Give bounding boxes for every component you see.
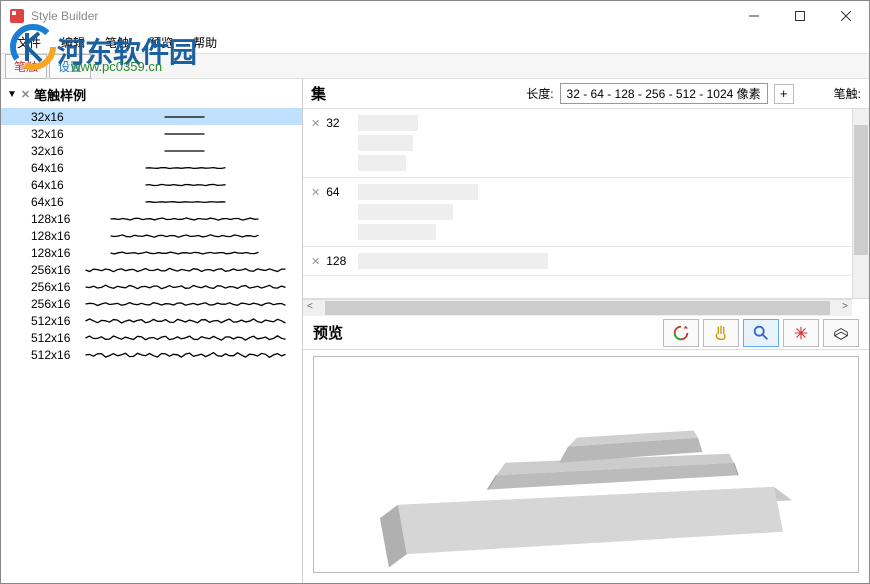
remove-group-icon[interactable]: ✕ [311, 186, 320, 199]
stroke-label: 256x16 [31, 297, 75, 311]
stroke-preview [75, 177, 296, 193]
stroke-label: 64x16 [31, 161, 75, 175]
stroke-label: 256x16 [31, 263, 75, 277]
stroke-slot[interactable] [358, 135, 413, 151]
collection-group[interactable]: ✕ 64 [303, 178, 852, 247]
preview-canvas[interactable] [313, 356, 859, 573]
length-value[interactable]: 32 - 64 - 128 - 256 - 512 - 1024 像素 [560, 83, 768, 104]
tab-stroke[interactable]: 笔触 [5, 54, 47, 79]
brush-label: 笔触: [834, 85, 861, 102]
preview-bar: 预览 [303, 316, 869, 350]
collection-group[interactable]: ✕ 32 [303, 109, 852, 178]
stroke-preview [75, 228, 296, 244]
stroke-label: 512x16 [31, 314, 75, 328]
collapse-icon: ▼ [7, 89, 17, 100]
length-label: 长度: [526, 85, 553, 102]
stroke-slot[interactable] [358, 253, 548, 269]
menubar: 文件 编辑 笔触 预览 帮助 [1, 31, 869, 53]
stroke-sample-row[interactable]: 256x16 [1, 261, 302, 278]
app-icon [9, 8, 25, 24]
tree-header[interactable]: ▼ ✕ 笔触样例 [1, 79, 302, 108]
orbit-button[interactable] [663, 319, 699, 347]
stroke-label: 512x16 [31, 331, 75, 345]
stroke-sample-row[interactable]: 128x16 [1, 210, 302, 227]
delete-icon: ✕ [21, 88, 30, 101]
stroke-label: 128x16 [31, 212, 75, 226]
stroke-slot[interactable] [358, 204, 453, 220]
stroke-sample-row[interactable]: 64x16 [1, 159, 302, 176]
menu-file[interactable]: 文件 [7, 32, 51, 53]
stroke-preview [75, 262, 296, 278]
menu-edit[interactable]: 编辑 [51, 32, 95, 53]
stroke-label: 256x16 [31, 280, 75, 294]
stroke-label: 64x16 [31, 178, 75, 192]
stroke-sample-row[interactable]: 512x16 [1, 312, 302, 329]
menu-stroke[interactable]: 笔触 [95, 32, 139, 53]
tab-settings[interactable]: 设置 [49, 54, 91, 79]
stroke-label: 64x16 [31, 195, 75, 209]
collection-bar: 集 长度: 32 - 64 - 128 - 256 - 512 - 1024 像… [303, 79, 869, 109]
stroke-label: 32x16 [31, 144, 75, 158]
stroke-preview [75, 296, 296, 312]
stroke-slot[interactable] [358, 155, 406, 171]
stroke-label: 512x16 [31, 348, 75, 362]
sidebar: ▼ ✕ 笔触样例 32x16 32x16 32x16 64x16 64x16 64x16 1… [1, 79, 303, 583]
stroke-sample-row[interactable]: 512x16 [1, 329, 302, 346]
stroke-slot[interactable] [358, 224, 436, 240]
zoom-extents-button[interactable] [783, 319, 819, 347]
stroke-preview [75, 330, 296, 346]
stroke-preview [75, 109, 296, 125]
remove-group-icon[interactable]: ✕ [311, 117, 320, 130]
zoom-button[interactable] [743, 319, 779, 347]
group-size: 128 [326, 254, 358, 268]
add-length-button[interactable]: + [774, 84, 794, 104]
stroke-preview [75, 211, 296, 227]
stroke-preview [75, 126, 296, 142]
window-title: Style Builder [31, 9, 98, 23]
menu-preview[interactable]: 预览 [139, 32, 183, 53]
tree-title: 笔触样例 [34, 85, 86, 104]
stroke-label: 32x16 [31, 110, 75, 124]
stroke-sample-row[interactable]: 32x16 [1, 142, 302, 159]
stroke-preview [75, 194, 296, 210]
stroke-preview [75, 313, 296, 329]
stroke-preview [75, 143, 296, 159]
toolbar: 笔触 设置 [1, 53, 869, 79]
stroke-sample-row[interactable]: 128x16 [1, 244, 302, 261]
menu-help[interactable]: 帮助 [183, 32, 227, 53]
stroke-sample-row[interactable]: 256x16 [1, 295, 302, 312]
stroke-sample-row[interactable]: 64x16 [1, 193, 302, 210]
preview-title: 预览 [313, 322, 659, 343]
group-size: 64 [326, 185, 358, 199]
stroke-label: 32x16 [31, 127, 75, 141]
stroke-label: 128x16 [31, 229, 75, 243]
stroke-slot[interactable] [358, 115, 418, 131]
stroke-sample-row[interactable]: 256x16 [1, 278, 302, 295]
pan-button[interactable] [703, 319, 739, 347]
stroke-sample-row[interactable]: 512x16 [1, 346, 302, 363]
remove-group-icon[interactable]: ✕ [311, 255, 320, 268]
stroke-preview [75, 245, 296, 261]
collection-vscrollbar[interactable] [852, 109, 869, 298]
stroke-sample-row[interactable]: 32x16 [1, 108, 302, 125]
collection-group[interactable]: ✕ 128 [303, 247, 852, 276]
minimize-button[interactable] [731, 1, 777, 31]
stroke-sample-row[interactable]: 64x16 [1, 176, 302, 193]
model-button[interactable] [823, 319, 859, 347]
stroke-label: 128x16 [31, 246, 75, 260]
collection-title: 集 [311, 83, 461, 104]
stroke-preview [75, 347, 296, 363]
collection-hscrollbar[interactable] [303, 299, 852, 316]
titlebar: Style Builder [1, 1, 869, 31]
stroke-slot[interactable] [358, 184, 478, 200]
close-button[interactable] [823, 1, 869, 31]
group-size: 32 [326, 116, 358, 130]
stroke-preview [75, 160, 296, 176]
stroke-sample-row[interactable]: 32x16 [1, 125, 302, 142]
maximize-button[interactable] [777, 1, 823, 31]
stroke-sample-row[interactable]: 128x16 [1, 227, 302, 244]
stroke-preview [75, 279, 296, 295]
